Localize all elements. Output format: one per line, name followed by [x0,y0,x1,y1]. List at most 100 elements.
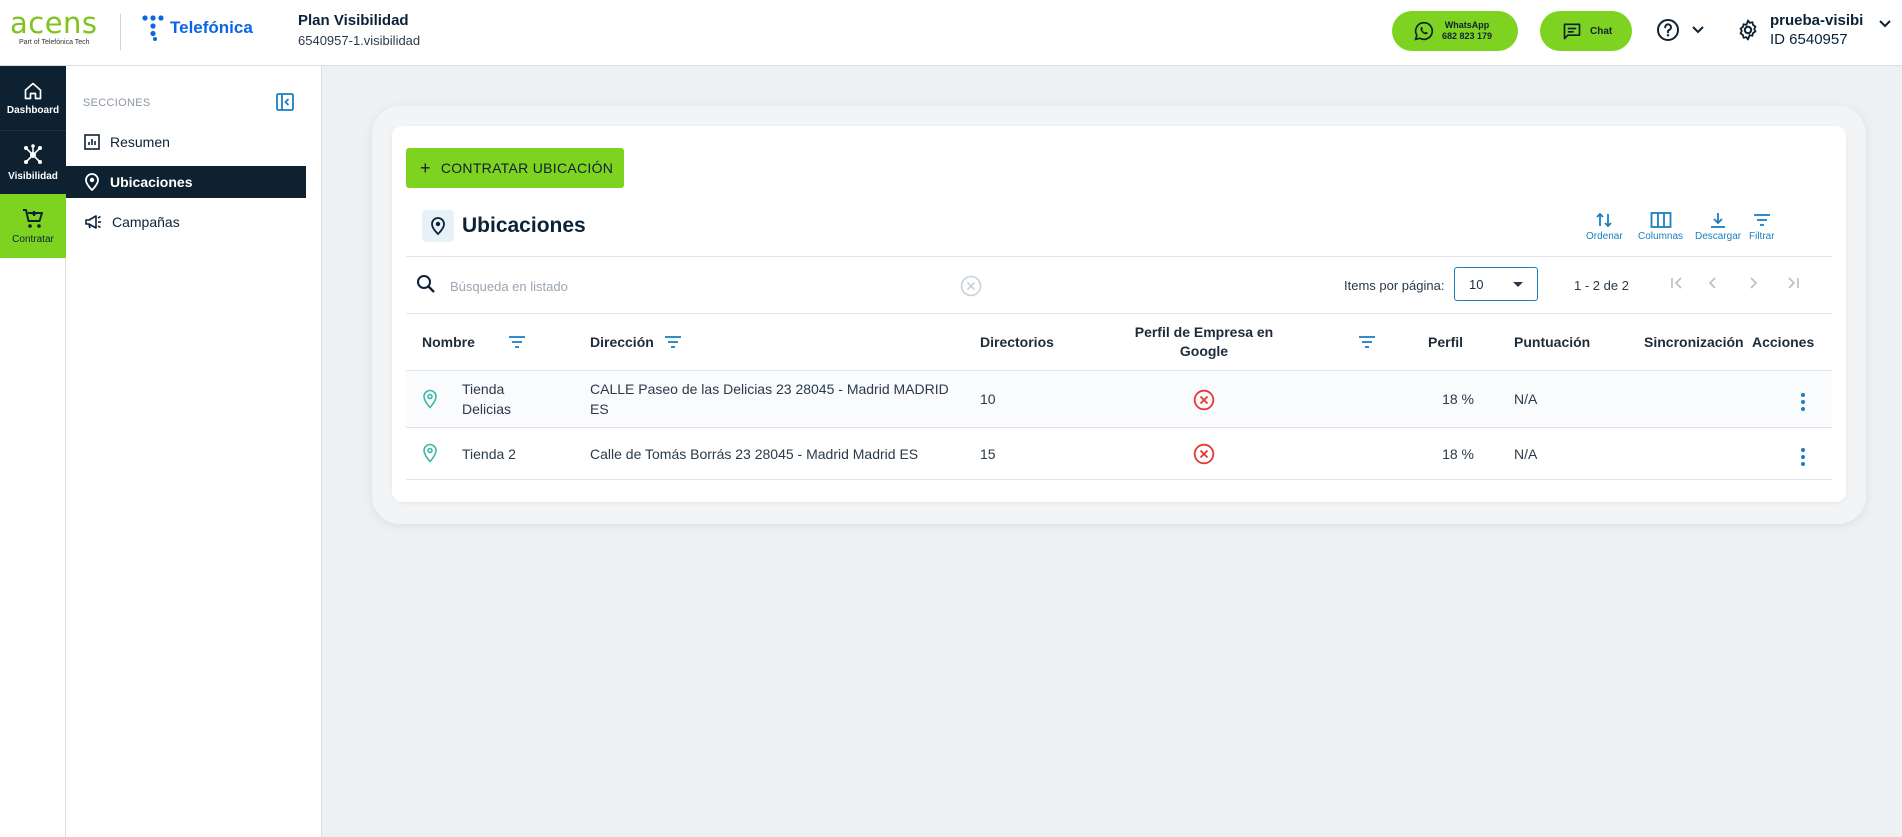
plus-icon: + [420,158,431,178]
chat-label: Chat [1590,25,1613,37]
whatsapp-button[interactable]: WhatsApp 682 823 179 [1392,11,1518,51]
plan-id: 6540957-1.visibilidad [298,33,421,48]
column-label: Sincronización [1644,334,1744,350]
app-rail: Dashboard Visibilidad Contratar [0,66,66,837]
first-page-icon[interactable] [1668,274,1686,292]
user-name: prueba-visibi [1770,12,1864,29]
rail-item-dashboard[interactable]: Dashboard [0,66,66,130]
cell-nombre[interactable]: Tienda Delicias [462,379,552,419]
column-label: Perfil [1428,334,1464,350]
table-row[interactable]: Tienda 2 Calle de Tomás Borrás 23 28045 … [406,428,1832,480]
row-actions-menu-icon[interactable] [1801,448,1805,466]
filter-icon [1753,214,1770,226]
prev-page-icon[interactable] [1704,274,1722,292]
logo-divider [120,14,121,50]
megaphone-icon [85,215,101,229]
user-info: prueba-visibi ID 6540957 [1770,12,1863,48]
sidebar-item-label: Resumen [110,134,170,150]
location-pin-icon [423,389,437,409]
next-page-icon[interactable] [1744,274,1762,292]
rail-item-contratar[interactable]: Contratar [0,194,66,258]
table-row[interactable]: Tienda Delicias CALLE Paseo de las Delic… [406,371,1832,428]
download-tool[interactable]: Descargar [1695,210,1741,242]
chevron-down-icon [1879,20,1892,28]
rail-label: Visibilidad [8,171,58,182]
network-icon [24,144,42,164]
items-per-page-value: 10 [1469,276,1484,292]
sections-heading: SECCIONES [83,97,151,109]
column-header-filter[interactable] [1358,314,1376,370]
cell-directorios: 15 [980,446,996,462]
user-id: ID 6540957 [1770,31,1848,48]
chat-button[interactable]: Chat [1540,11,1632,51]
column-header-sincronizacion: Sincronización [1644,314,1744,370]
cell-direccion: Calle de Tomás Borrás 23 28045 - Madrid … [590,446,919,462]
download-icon [1711,213,1726,228]
chevron-down-icon [1692,26,1704,34]
brand-name: acens [10,6,98,40]
table-toolbar: Items por página: 10 1 - 2 de 2 [406,257,1832,314]
column-label: Nombre [422,334,475,350]
help-menu[interactable] [1656,18,1704,42]
top-header: acens Part of Telefónica Tech Telefónica… [0,0,1902,66]
table-header: Nombre Dirección Directorios Perfil de E… [406,314,1832,371]
column-header-directorios: Directorios [980,314,1054,370]
content-card: + CONTRATAR UBICACIÓN Ubicaciones Ordena… [372,106,1866,524]
column-header-acciones: Acciones [1752,314,1814,370]
column-filter-icon[interactable] [1358,335,1376,349]
cell-nombre[interactable]: Tienda 2 [462,444,516,464]
whatsapp-icon [1414,21,1434,41]
sidebar-item-resumen[interactable]: Resumen [66,126,306,158]
sort-icon [1596,212,1612,228]
ubicaciones-panel: + CONTRATAR UBICACIÓN Ubicaciones Ordena… [392,126,1846,502]
column-label: Dirección [590,334,654,350]
columns-tool[interactable]: Columnas [1638,210,1683,242]
column-header-direccion[interactable]: Dirección [590,314,682,370]
page-title: Ubicaciones [462,214,586,237]
column-header-perfil-google: Perfil de Empresa en Google [1130,314,1278,370]
contratar-ubicacion-button[interactable]: + CONTRATAR UBICACIÓN [406,148,624,188]
last-page-icon[interactable] [1784,274,1802,292]
sidebar-item-campanas[interactable]: Campañas [66,206,306,238]
rail-label: Contratar [12,233,54,245]
rail-label: Dashboard [6,104,60,116]
search-input[interactable] [448,271,972,301]
sort-tool[interactable]: Ordenar [1586,210,1623,242]
column-filter-icon[interactable] [664,335,682,349]
column-filter-icon[interactable] [508,335,526,349]
cell-perfil: 18 % [1442,391,1474,407]
column-header-perfil: Perfil [1428,314,1463,370]
acens-logo[interactable]: acens Part of Telefónica Tech [10,8,98,46]
caret-down-icon [1513,282,1523,287]
partner-name: Telefónica [170,18,253,37]
telefonica-logo: Telefónica [142,15,253,41]
rail-item-visibilidad[interactable]: Visibilidad [0,130,66,194]
sidebar-item-label: Campañas [112,214,180,230]
column-label: Puntuación [1514,334,1591,350]
chat-icon [1563,23,1581,40]
row-actions-menu-icon[interactable] [1801,393,1805,411]
plan-info: Plan Visibilidad 6540957-1.visibilidad [298,12,420,48]
cell-perfil: 18 % [1442,446,1474,462]
error-circle-icon [1193,389,1215,411]
collapse-sidebar-icon[interactable] [276,93,294,111]
help-icon [1657,19,1679,41]
column-label: Acciones [1752,334,1815,350]
user-menu[interactable]: prueba-visibi ID 6540957 [1736,12,1892,48]
home-icon [24,82,42,99]
columns-label: Columnas [1638,231,1684,242]
cell-direccion: CALLE Paseo de las Delicias 23 28045 - M… [590,381,949,417]
whatsapp-label: WhatsApp 682 823 179 [1442,20,1492,42]
items-per-page-select[interactable]: 10 [1454,267,1538,301]
clear-search-icon[interactable] [960,275,982,297]
column-header-nombre[interactable]: Nombre [422,314,526,370]
sidebar-item-ubicaciones[interactable]: Ubicaciones [66,166,306,198]
filter-tool[interactable]: Filtrar [1749,210,1775,242]
plan-title: Plan Visibilidad [298,12,409,29]
location-pin-icon [422,210,454,242]
chart-icon [84,134,100,150]
download-label: Descargar [1695,231,1742,242]
pagination-range: 1 - 2 de 2 [1574,278,1629,293]
error-circle-icon [1193,443,1215,465]
cart-icon [23,208,43,228]
